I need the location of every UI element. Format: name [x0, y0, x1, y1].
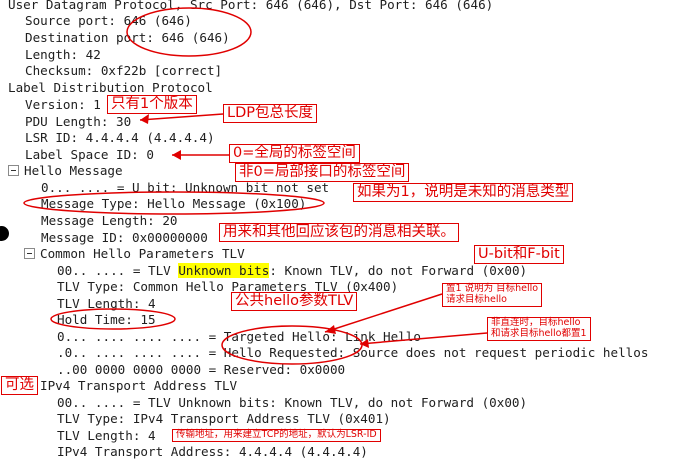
annotation-common-hello-tlv: 公共hello参数TLV: [231, 292, 358, 311]
annotation-pdu-total-length: LDP包总长度: [223, 104, 317, 123]
annotation-optional: 可选: [1, 376, 38, 395]
annotation-space-global: 0=全局的标签空间: [229, 144, 360, 163]
annotation-one-version: 只有1个版本: [107, 95, 197, 114]
annotation-non-direct: 非直连时，目标hello 和请求目标hello都置1: [487, 317, 591, 341]
annotation-transport-address: 传输地址，用来建立TCP的地址，默认为LSR-ID: [172, 429, 381, 442]
annotation-u-bit: 如果为1，说明是未知的消息类型: [353, 183, 574, 202]
message-type-ellipse: [23, 191, 325, 215]
annotation-set-one: 置1 说明为 目标hello 请求目标hello: [442, 283, 543, 307]
port-ellipse: [126, 7, 252, 57]
annotation-u-f-bit: U-bit和F-bit: [474, 245, 564, 264]
annotation-space-interface: 非0=局部接口的标签空间: [235, 163, 410, 182]
hold-time-ellipse: [50, 308, 176, 330]
hello-flags-ellipse: [221, 325, 363, 365]
arrow-head: [172, 150, 181, 160]
annotation-line: 和请求目标hello都置1: [491, 327, 587, 339]
annotation-message-id: 用来和其他回应该包的消息相关联。: [219, 223, 459, 242]
arrow-head: [325, 325, 336, 334]
arrow-head: [140, 114, 149, 124]
arrow-line: [139, 113, 224, 121]
annotation-line: 请求目标hello: [446, 293, 507, 305]
arrow-line: [359, 332, 488, 345]
